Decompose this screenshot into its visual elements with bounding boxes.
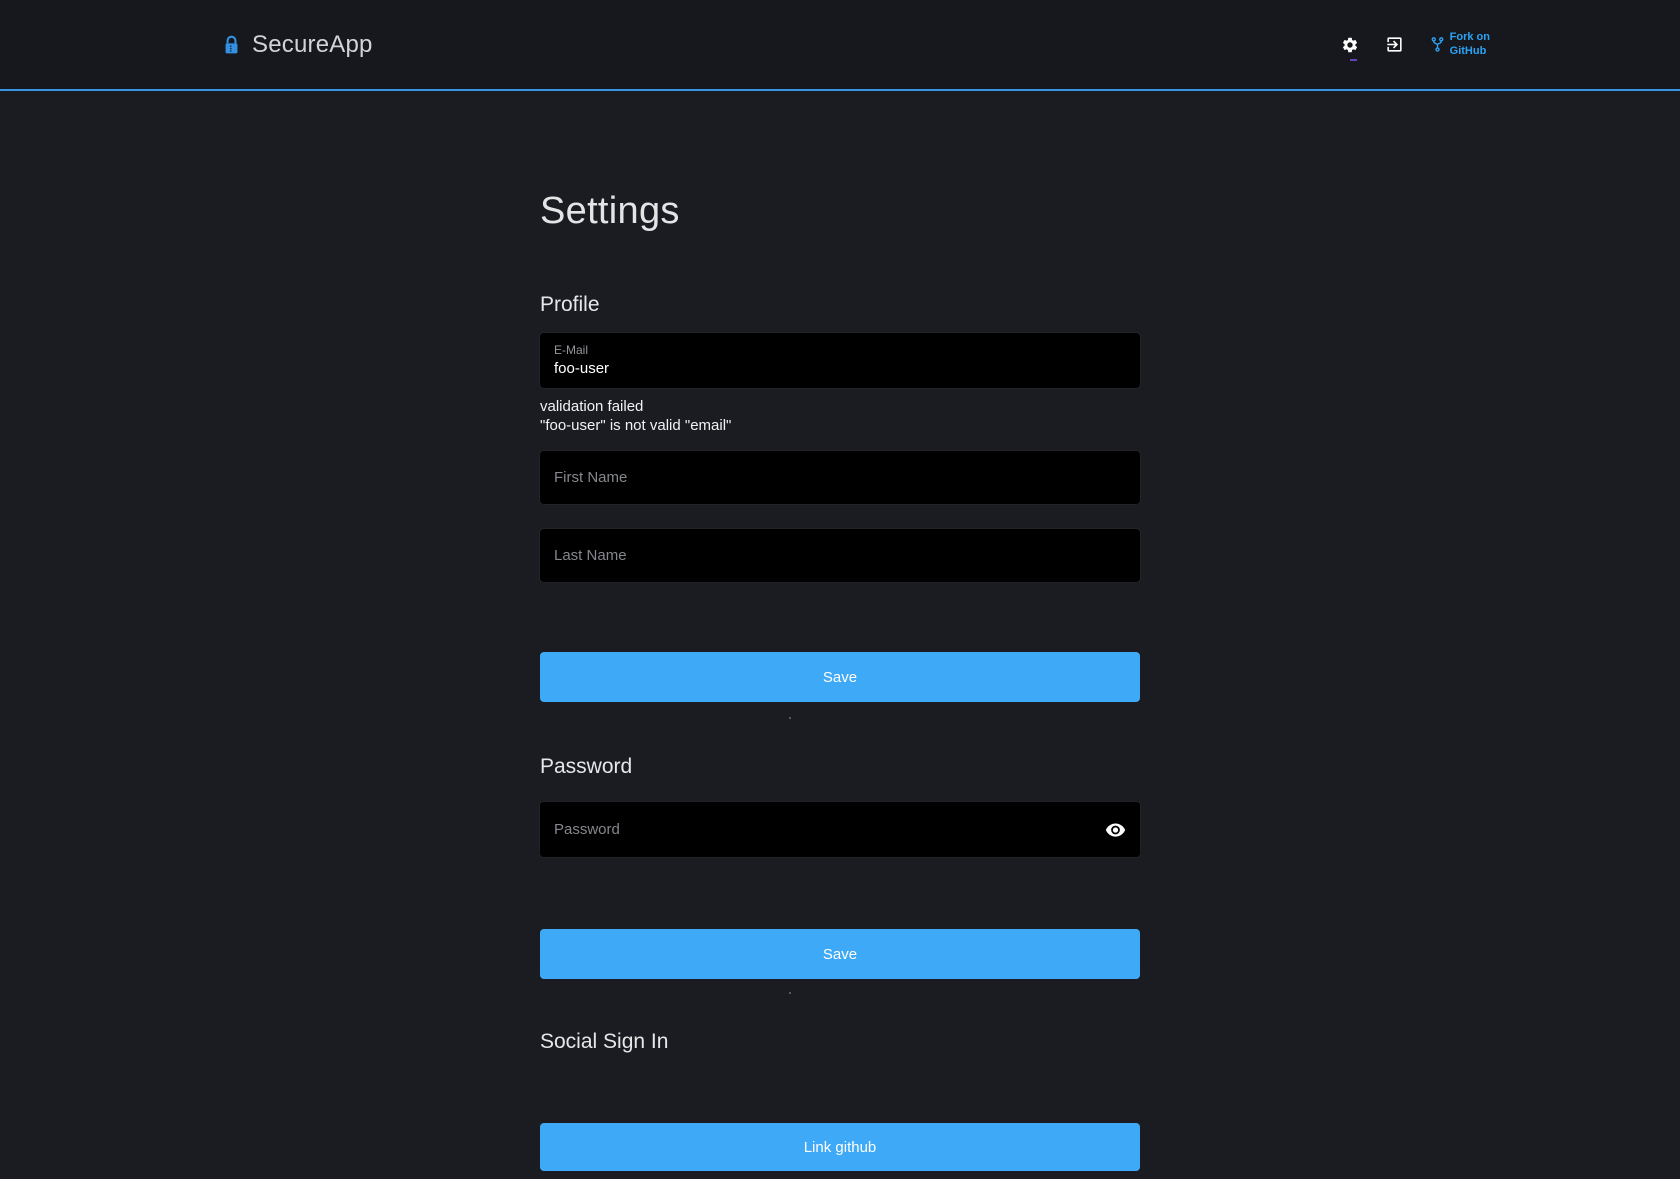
validation-error-line2: "foo-user" is not valid "email" [540, 416, 1140, 435]
profile-save-button[interactable]: Save [540, 652, 1140, 702]
gear-icon [1341, 36, 1359, 54]
logout-button[interactable] [1385, 35, 1404, 54]
settings-gear-button[interactable] [1341, 36, 1359, 54]
social-section-heading: Social Sign In [540, 1029, 1140, 1054]
header-actions: Fork on GitHub [1341, 31, 1490, 57]
password-save-button[interactable]: Save [540, 929, 1140, 979]
last-name-input[interactable] [540, 529, 1140, 582]
git-fork-icon [1430, 35, 1445, 54]
lock-icon [222, 34, 241, 56]
validation-error: validation failed "foo-user" is not vali… [540, 397, 1140, 435]
dot-artifact [789, 992, 791, 994]
toggle-password-visibility-button[interactable] [1101, 815, 1130, 844]
first-name-input[interactable] [540, 451, 1140, 504]
password-section-heading: Password [540, 754, 1140, 779]
fork-on-github-link[interactable]: Fork on GitHub [1430, 31, 1490, 57]
email-field[interactable]: E-Mail [540, 333, 1140, 388]
email-input[interactable] [554, 359, 1126, 378]
brand: SecureApp [222, 31, 373, 59]
dot-artifact [789, 717, 791, 719]
profile-section-heading: Profile [540, 292, 1140, 317]
validation-error-line1: validation failed [540, 397, 1140, 416]
page-title: Settings [540, 190, 1140, 232]
settings-page: Settings Profile E-Mail validation faile… [540, 190, 1140, 1171]
fork-link-label: Fork on GitHub [1450, 31, 1490, 57]
password-input[interactable] [540, 802, 1140, 857]
app-header: SecureApp [0, 0, 1680, 91]
logout-icon [1385, 35, 1404, 54]
gear-underscore [1350, 59, 1357, 61]
app-title: SecureApp [252, 31, 373, 59]
eye-icon [1105, 819, 1126, 840]
link-github-button[interactable]: Link github [540, 1123, 1140, 1171]
password-field [540, 802, 1140, 857]
email-label: E-Mail [554, 343, 1126, 357]
